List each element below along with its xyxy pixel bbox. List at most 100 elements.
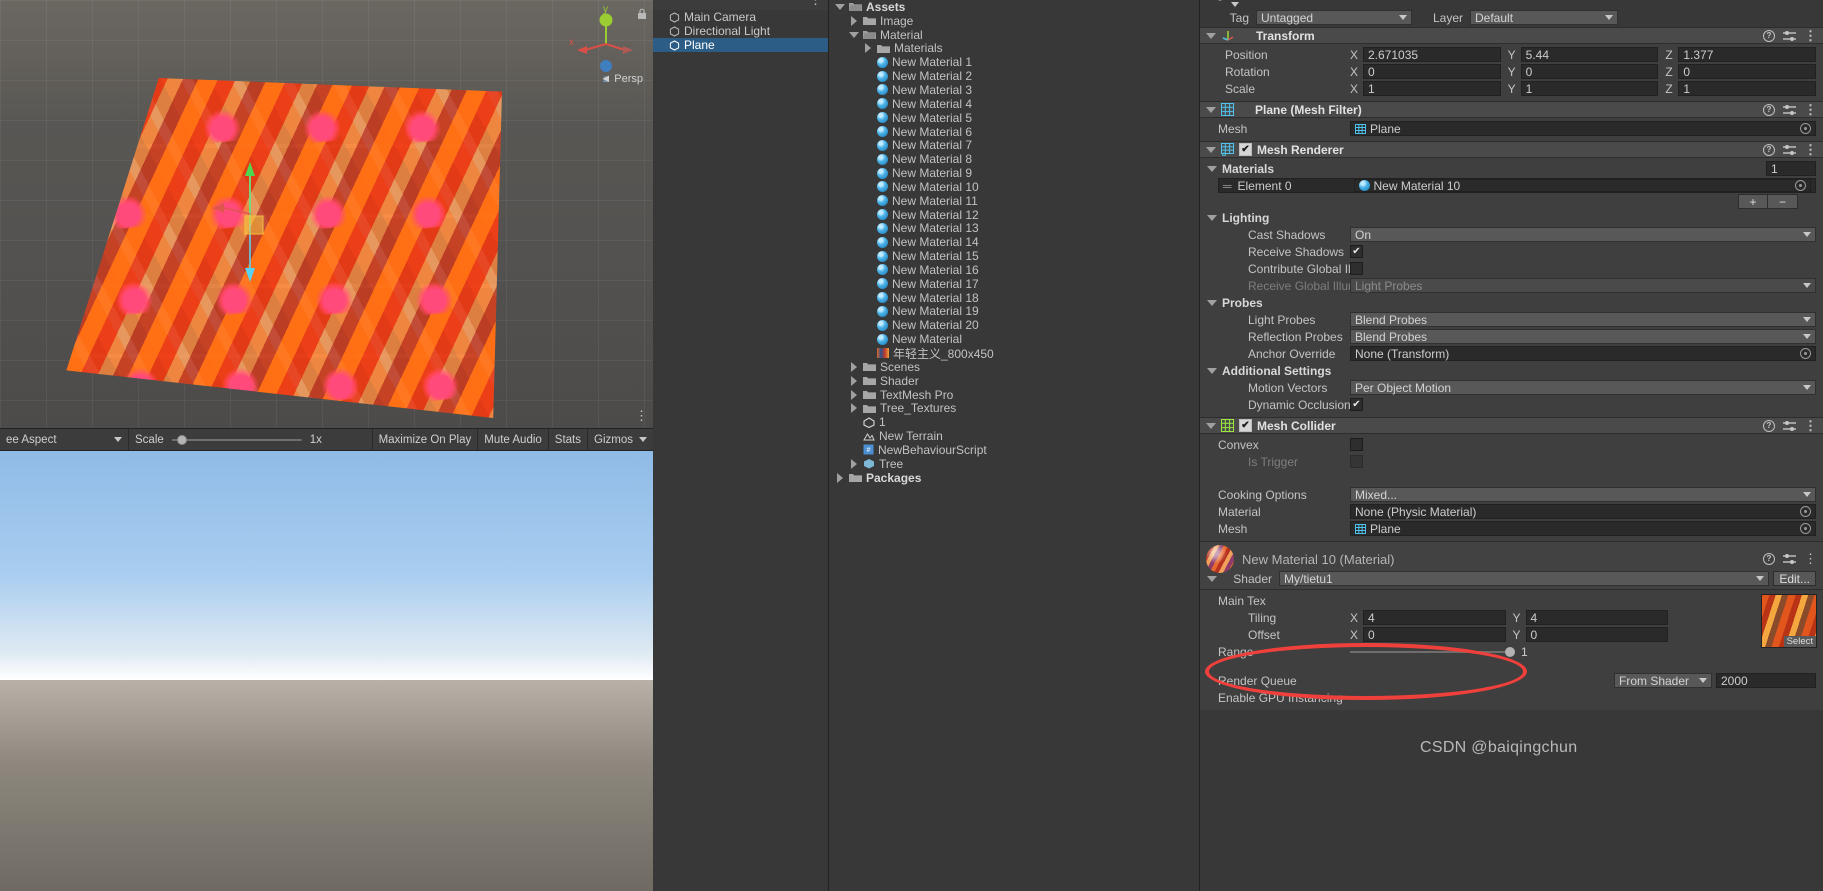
project-tree-item[interactable]: Image <box>829 14 1199 28</box>
mesh-collider-component-header[interactable]: Mesh Collider ? ⋮ <box>1200 417 1823 434</box>
project-tree-item[interactable]: Shader <box>829 374 1199 388</box>
object-picker-icon[interactable] <box>1795 180 1806 191</box>
cast-shadows-dropdown[interactable]: On <box>1350 227 1816 242</box>
chevron-right-icon[interactable] <box>849 389 859 400</box>
chevron-right-icon[interactable] <box>863 43 873 54</box>
range-knob[interactable] <box>1505 646 1515 657</box>
tiling-x-input[interactable]: 4 <box>1363 610 1506 625</box>
rotation-row[interactable]: Rotation X 0 Y 0 Z 0 <box>1200 63 1823 80</box>
hierarchy-menu-icon[interactable]: ⋮ <box>809 0 822 6</box>
mesh-renderer-component-header[interactable]: Mesh Renderer ? ⋮ <box>1200 141 1823 158</box>
element-0-object-field[interactable]: New Material 10 <box>1353 179 1811 193</box>
scale-x-input[interactable]: 1 <box>1363 81 1501 96</box>
chevron-down-icon[interactable] <box>1206 422 1216 429</box>
scale-row[interactable]: Scale X 1 Y 1 Z 1 <box>1200 80 1823 97</box>
scene-view-menu-icon[interactable]: ⋮ <box>635 409 648 422</box>
scale-knob[interactable] <box>176 434 187 445</box>
main-tex-thumbnail[interactable]: Select <box>1761 594 1817 648</box>
project-tree-item[interactable]: New Material 7 <box>829 138 1199 152</box>
tiling-y-input[interactable]: 4 <box>1525 610 1668 625</box>
receive-shadows-checkbox[interactable] <box>1350 245 1363 258</box>
shader-row[interactable]: Shader My/tietu1 Edit... <box>1200 570 1823 587</box>
chevron-down-icon[interactable] <box>1206 146 1216 153</box>
add-material-button[interactable]: + <box>1738 194 1768 209</box>
convex-checkbox[interactable] <box>1350 438 1363 451</box>
cooking-options-dropdown[interactable]: Mixed... <box>1350 487 1816 502</box>
edit-shader-button[interactable]: Edit... <box>1773 571 1816 586</box>
additional-settings-foldout[interactable]: Additional Settings <box>1200 362 1823 379</box>
position-fields[interactable]: X 2.671035 Y 5.44 Z 1.377 <box>1350 47 1823 62</box>
maximize-on-play-button[interactable]: Maximize On Play <box>373 429 478 450</box>
chevron-down-icon[interactable] <box>1206 32 1216 39</box>
rotation-z-input[interactable]: 0 <box>1678 64 1817 79</box>
component-menu-icon[interactable]: ⋮ <box>1804 143 1817 156</box>
project-tree-item[interactable]: New Material <box>829 332 1199 346</box>
project-tree-item[interactable]: New Material 6 <box>829 125 1199 139</box>
object-picker-icon[interactable] <box>1800 123 1811 134</box>
project-tree-item[interactable]: New Material 14 <box>829 235 1199 249</box>
preset-icon[interactable] <box>1783 553 1796 565</box>
lock-icon[interactable] <box>637 8 647 20</box>
scene-perspective-label[interactable]: ◄ Persp <box>600 73 643 85</box>
dynamic-occlusion-checkbox[interactable] <box>1350 398 1363 411</box>
element-0-row[interactable]: ═ Element 0 New Material 10 <box>1218 178 1816 193</box>
contribute-gi-checkbox[interactable] <box>1350 262 1363 275</box>
offset-fields[interactable]: X 0 Y 0 <box>1350 627 1675 642</box>
project-tree-item[interactable]: New Terrain <box>829 429 1199 443</box>
project-tree-item[interactable]: Tree <box>829 457 1199 471</box>
main-tex-thumbnail-wrap[interactable]: Select <box>1761 594 1817 648</box>
tag-layer-row[interactable]: Tag Untagged Layer Default <box>1200 8 1823 27</box>
project-tree-item[interactable]: New Material 20 <box>829 318 1199 332</box>
render-queue-mode-dropdown[interactable]: From Shader <box>1614 673 1712 688</box>
cast-shadows-row[interactable]: Cast Shadows On <box>1200 226 1823 243</box>
project-tree-item[interactable]: New Material 3 <box>829 83 1199 97</box>
reflection-probes-dropdown[interactable]: Blend Probes <box>1350 329 1816 344</box>
hierarchy-panel[interactable]: ⋮ Main CameraDirectional LightPlane <box>653 0 829 891</box>
chevron-right-icon[interactable] <box>849 458 859 469</box>
help-icon[interactable]: ? <box>1763 419 1775 432</box>
mesh-renderer-enabled-checkbox[interactable] <box>1239 143 1252 156</box>
remove-material-button[interactable]: − <box>1768 194 1798 209</box>
render-queue-input[interactable]: 2000 <box>1716 673 1816 688</box>
project-tree-item[interactable]: Tree_Textures <box>829 401 1199 415</box>
chevron-down-icon[interactable] <box>1207 575 1217 582</box>
preset-icon[interactable] <box>1783 144 1796 156</box>
component-header-icons[interactable]: ? ⋮ <box>1763 29 1817 42</box>
project-tree-item[interactable]: New Material 9 <box>829 166 1199 180</box>
motion-vectors-dropdown[interactable]: Per Object Motion <box>1350 380 1816 395</box>
component-menu-icon[interactable]: ⋮ <box>1804 29 1817 42</box>
project-tree[interactable]: Assets Image Material Materials New Material… <box>829 0 1199 485</box>
chevron-down-icon[interactable] <box>1206 106 1216 113</box>
mesh-collider-enabled-checkbox[interactable] <box>1239 419 1252 432</box>
component-menu-icon[interactable]: ⋮ <box>1804 103 1817 116</box>
gizmos-dropdown[interactable]: Gizmos <box>588 429 653 450</box>
project-tree-item[interactable]: New Material 8 <box>829 152 1199 166</box>
hierarchy-item[interactable]: Directional Light <box>653 24 828 38</box>
select-texture-button[interactable]: Select <box>1783 636 1816 647</box>
collider-mesh-field[interactable]: Plane <box>1350 521 1816 536</box>
help-icon[interactable]: ? <box>1763 103 1775 116</box>
project-tree-item[interactable]: New Material 18 <box>829 291 1199 305</box>
contribute-gi-row[interactable]: Contribute Global Illumin <box>1200 260 1823 277</box>
rotation-x-input[interactable]: 0 <box>1363 64 1501 79</box>
scale-control[interactable]: Scale 1x <box>129 429 328 450</box>
chevron-right-icon[interactable] <box>835 472 845 483</box>
component-header-icons[interactable]: ? ⋮ <box>1763 143 1817 156</box>
cooking-options-row[interactable]: Cooking Options Mixed... <box>1200 486 1823 503</box>
material-inspector-header[interactable]: New Material 10 (Material) ? ⋮ Shader My… <box>1200 541 1823 589</box>
object-picker-icon[interactable] <box>1800 523 1811 534</box>
material-header-icons[interactable]: ? ⋮ <box>1763 552 1817 565</box>
collider-mesh-row[interactable]: Mesh Plane <box>1200 520 1823 537</box>
project-tree-item[interactable]: 1 <box>829 415 1199 429</box>
project-panel[interactable]: Assets Image Material Materials New Material… <box>829 0 1200 891</box>
convex-row[interactable]: Convex <box>1200 436 1823 453</box>
anchor-override-row[interactable]: Anchor Override None (Transform) <box>1200 345 1823 362</box>
help-icon[interactable]: ? <box>1763 143 1775 156</box>
project-tree-item[interactable]: Materials <box>829 41 1199 55</box>
main-tex-row[interactable]: Main Tex <box>1200 592 1823 609</box>
chevron-right-icon[interactable] <box>849 15 859 26</box>
project-tree-item[interactable]: 年轻主义_800x450 <box>829 346 1199 361</box>
range-slider[interactable] <box>1350 645 1515 658</box>
hierarchy-item[interactable]: Plane <box>653 38 828 52</box>
shader-dropdown[interactable]: My/tietu1 <box>1279 571 1770 586</box>
